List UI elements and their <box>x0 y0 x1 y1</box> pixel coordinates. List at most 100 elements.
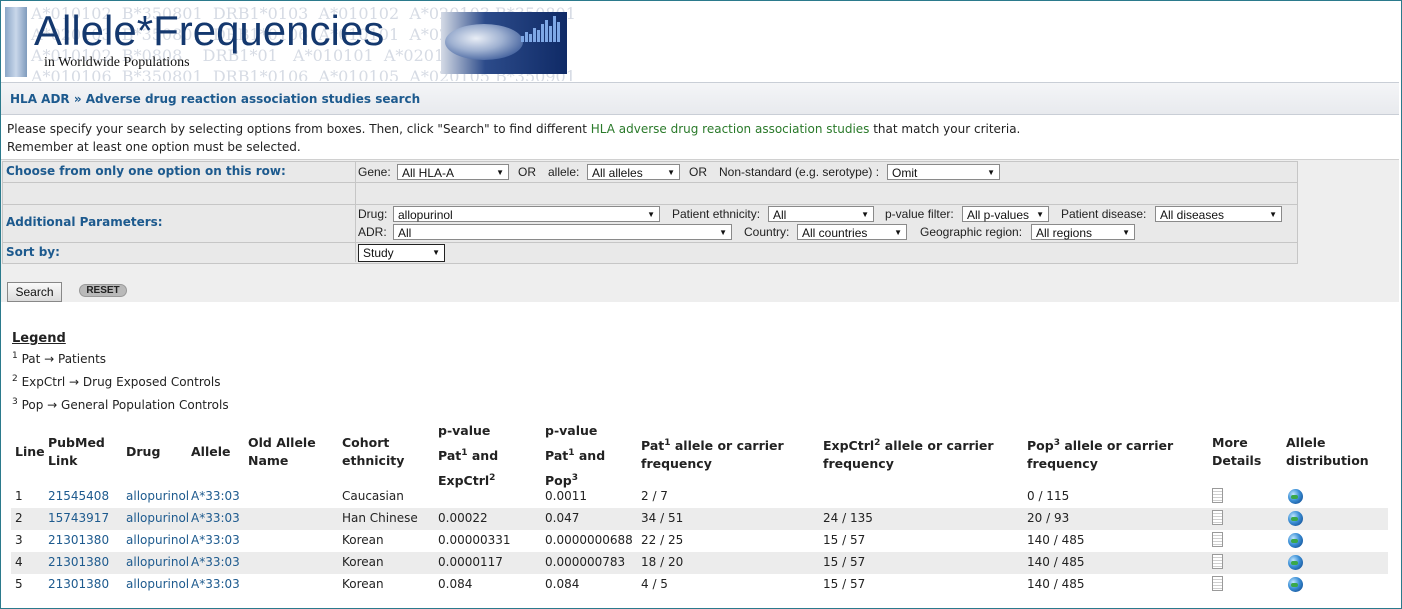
cell-pvalue-pop: 0.000000783 <box>545 555 626 569</box>
table-row: 1 21545408 allopurinol A*33:03 Caucasian… <box>11 486 1388 508</box>
header-expctrl-frequency: ExpCtrl2 allele or carrier frequency <box>823 438 994 472</box>
form-row-sort <box>2 242 1298 264</box>
cell-pvalue-expctrl: 0.00022 <box>438 511 488 525</box>
allele-label: allele: <box>548 165 580 179</box>
cell-pat-frequency: 22 / 25 <box>641 533 684 547</box>
legend-num: 3 <box>12 397 18 407</box>
pvalue-filter-select[interactable]: All p-values <box>962 206 1049 223</box>
pubmed-link[interactable]: 21545408 <box>48 489 109 503</box>
table-row: 4 21301380 allopurinol A*33:03 Korean 0.… <box>11 552 1388 574</box>
header-pat-frequency: Pat1 allele or carrier frequency <box>641 438 784 472</box>
distribution-globe-icon[interactable] <box>1288 511 1303 526</box>
country-select[interactable]: All countries <box>797 224 907 241</box>
pubmed-link[interactable]: 21301380 <box>48 533 109 547</box>
table-row: 5 21301380 allopurinol A*33:03 Korean 0.… <box>11 574 1388 596</box>
disease-select[interactable]: All diseases <box>1155 206 1282 223</box>
search-button[interactable]: Search <box>7 282 62 302</box>
cell-expctrl-frequency: 15 / 57 <box>823 577 866 591</box>
reset-button[interactable]: RESET <box>79 284 127 297</box>
region-label: Geographic region: <box>920 225 1023 239</box>
pubmed-link[interactable]: 21301380 <box>48 577 109 591</box>
form-row-empty <box>2 182 1298 205</box>
distribution-globe-icon[interactable] <box>1288 533 1303 548</box>
details-document-icon[interactable] <box>1212 532 1223 547</box>
legend-num: 2 <box>12 374 18 384</box>
cell-line: 2 <box>15 511 23 525</box>
header-pvalue-pat-expctrl: p-value Pat1 and ExpCtrl2 <box>438 423 499 489</box>
sort-by-label: Sort by: <box>6 245 60 259</box>
breadcrumb-text: HLA ADR » Adverse drug reaction associat… <box>10 92 421 106</box>
distribution-globe-icon[interactable] <box>1288 577 1303 592</box>
site-logo-subtitle: in Worldwide Populations <box>44 55 190 70</box>
distribution-globe-icon[interactable] <box>1288 555 1303 570</box>
header-allele: Allele <box>191 444 231 459</box>
cell-line: 5 <box>15 577 23 591</box>
drug-link[interactable]: allopurinol <box>126 555 189 569</box>
pvalue-filter-label: p-value filter: <box>885 207 954 221</box>
cell-pvalue-pop: 0.084 <box>545 577 580 591</box>
disease-label: Patient disease: <box>1061 207 1147 221</box>
allele-select[interactable]: All alleles <box>587 164 680 181</box>
adr-select[interactable]: All <box>393 224 732 241</box>
header-allele-distribution: Allele distribution <box>1286 435 1369 468</box>
details-document-icon[interactable] <box>1212 488 1223 503</box>
cell-pvalue-pop: 0.047 <box>545 511 580 525</box>
dna-helix-icon <box>5 7 27 77</box>
cell-pvalue-pop: 0.0000000688 <box>545 533 633 547</box>
allele-link[interactable]: A*33:03 <box>191 489 240 503</box>
form-column-divider <box>355 161 356 262</box>
cell-expctrl-frequency: 24 / 135 <box>823 511 873 525</box>
cell-pat-frequency: 4 / 5 <box>641 577 668 591</box>
header-more-details: More Details <box>1212 435 1262 468</box>
details-document-icon[interactable] <box>1212 554 1223 569</box>
sort-select[interactable]: Study <box>358 244 445 262</box>
intro-line2: Remember at least one option must be sel… <box>7 140 301 154</box>
nonstandard-label: Non-standard (e.g. serotype) : <box>719 165 880 179</box>
cell-pop-frequency: 140 / 485 <box>1027 577 1085 591</box>
cell-line: 4 <box>15 555 23 569</box>
legend-text: Pop → General Population Controls <box>21 398 229 412</box>
header-line: Line <box>15 444 45 459</box>
cell-pop-frequency: 20 / 93 <box>1027 511 1070 525</box>
gene-select[interactable]: All HLA-A <box>397 164 509 181</box>
additional-parameters-label: Additional Parameters: <box>6 215 163 229</box>
country-label: Country: <box>744 225 790 239</box>
gene-label: Gene: <box>358 165 391 179</box>
cell-expctrl-frequency: 15 / 57 <box>823 533 866 547</box>
distribution-globe-icon[interactable] <box>1288 489 1303 504</box>
allele-link[interactable]: A*33:03 <box>191 577 240 591</box>
cell-pat-frequency: 2 / 7 <box>641 489 668 503</box>
nonstandard-select[interactable]: Omit <box>887 164 1000 181</box>
cell-pop-frequency: 140 / 485 <box>1027 555 1085 569</box>
ethnicity-select[interactable]: All <box>768 206 874 223</box>
header-pop-frequency: Pop3 allele or carrier frequency <box>1027 438 1174 472</box>
header-drug: Drug <box>126 444 161 459</box>
cell-pvalue-expctrl: 0.00000331 <box>438 533 511 547</box>
earth-icon <box>445 24 523 60</box>
drug-link[interactable]: allopurinol <box>126 511 189 525</box>
allele-link[interactable]: A*33:03 <box>191 555 240 569</box>
region-select[interactable]: All regions <box>1031 224 1135 241</box>
site-logo-title[interactable]: Allele*Frequencies <box>34 7 384 55</box>
adr-studies-link[interactable]: HLA adverse drug reaction association st… <box>591 122 870 136</box>
drug-link[interactable]: allopurinol <box>126 577 189 591</box>
drug-link[interactable]: allopurinol <box>126 489 189 503</box>
header-pubmed: PubMed Link <box>48 435 105 468</box>
details-document-icon[interactable] <box>1212 510 1223 525</box>
pubmed-link[interactable]: 15743917 <box>48 511 109 525</box>
cell-pop-frequency: 140 / 485 <box>1027 533 1085 547</box>
ethnicity-label: Patient ethnicity: <box>672 207 761 221</box>
drug-select[interactable]: allopurinol <box>393 206 660 223</box>
legend-item-expctrl: 2 ExpCtrl → Drug Exposed Controls <box>12 374 220 389</box>
table-row: 2 15743917 allopurinol A*33:03 Han Chine… <box>11 508 1388 530</box>
details-document-icon[interactable] <box>1212 576 1223 591</box>
or-text-2: OR <box>689 165 707 179</box>
drug-link[interactable]: allopurinol <box>126 533 189 547</box>
allele-link[interactable]: A*33:03 <box>191 511 240 525</box>
pubmed-link[interactable]: 21301380 <box>48 555 109 569</box>
allele-link[interactable]: A*33:03 <box>191 533 240 547</box>
legend-text: ExpCtrl → Drug Exposed Controls <box>21 375 221 389</box>
intro-text: Please specify your search by selecting … <box>7 120 1020 156</box>
site-banner: A*010102 B*350801 DRB1*0103 A*010102 A*0… <box>1 1 1399 81</box>
drug-label: Drug: <box>358 207 388 221</box>
